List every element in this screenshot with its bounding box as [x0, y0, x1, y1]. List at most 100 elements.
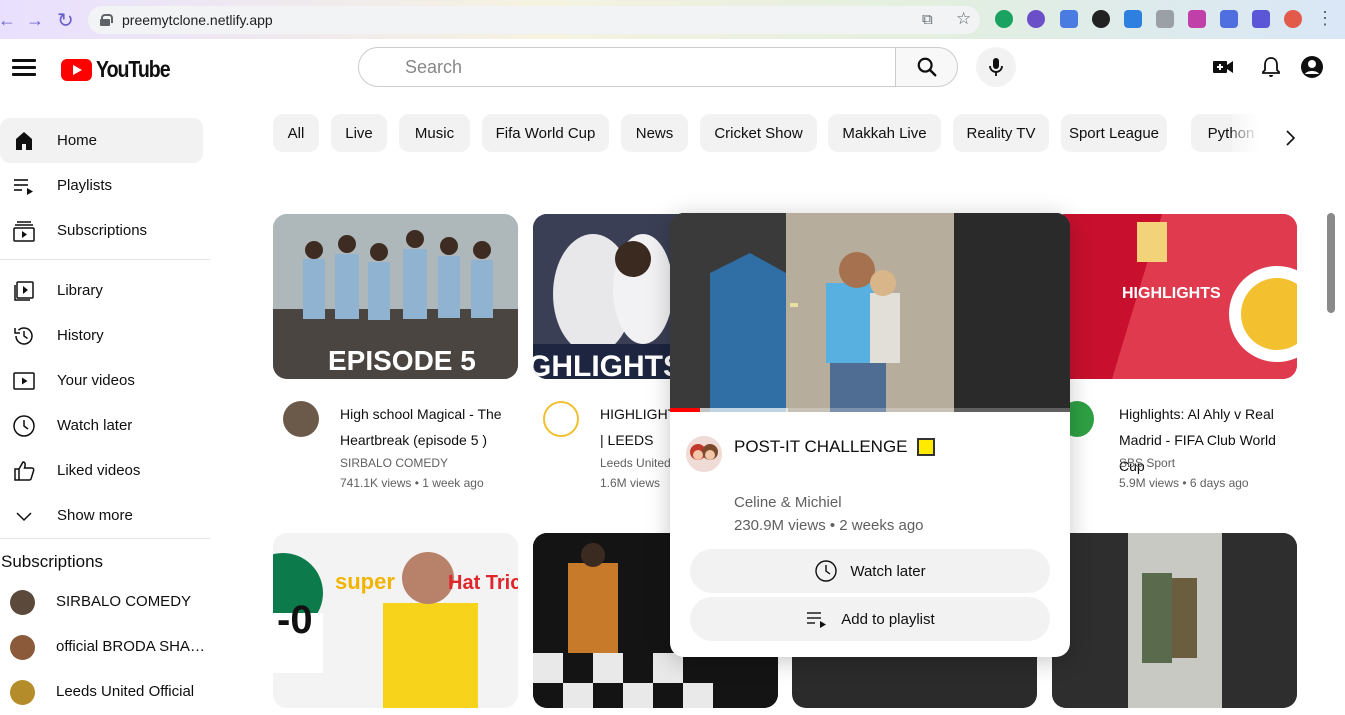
subscription-name: SIRBALO COMEDY — [56, 593, 192, 610]
clock-icon — [815, 560, 838, 582]
chevron-right-icon[interactable] — [1278, 126, 1302, 150]
forward-icon[interactable]: → — [26, 10, 44, 31]
sidebar-item-subscriptions[interactable]: Subscriptions — [0, 208, 203, 253]
extension-icon[interactable] — [1060, 10, 1078, 28]
chip-news[interactable]: News — [621, 114, 688, 152]
preview-channel-name[interactable]: Celine & Michiel — [734, 494, 842, 511]
extension-icon[interactable] — [1027, 10, 1045, 28]
chevron-down-icon — [16, 512, 32, 522]
channel-avatar — [10, 590, 35, 615]
sidebar-item-label: Playlists — [57, 177, 113, 194]
thumbnail-art: -0 super Hat Tric — [273, 533, 518, 708]
thumbnail-overlay-text: Hat Tric — [448, 572, 518, 594]
yellow-square-emoji — [916, 438, 935, 456]
sidebar-item-show-more[interactable]: Show more — [0, 493, 203, 538]
browser-toolbar: ← → ↻ preemytclone.netlify.app ⧉ ☆ ⋮ — [0, 0, 1345, 39]
sidebar-item-label: Library — [57, 282, 103, 299]
watch-later-label: Watch later — [850, 562, 926, 580]
channel-avatar — [10, 635, 35, 660]
chip-sport-league[interactable]: Sport League — [1061, 114, 1167, 152]
home-icon — [16, 132, 32, 150]
yt-header: YouTube — [0, 39, 1345, 95]
sidebar: Home Playlists Subscriptions Library His… — [0, 95, 210, 705]
video-title[interactable]: High school Magical - The Heartbreak (ep… — [340, 401, 525, 453]
profile-icon[interactable] — [1284, 10, 1302, 28]
video-title[interactable]: HIGHLIGHTS | LEEDS UNITED 2-2 — [600, 401, 672, 453]
back-icon[interactable]: ← — [0, 10, 16, 31]
thumbnail-overlay-text: GHLIGHTS — [533, 350, 683, 379]
create-video-icon[interactable] — [1211, 55, 1235, 79]
video-meta: 1.6M views — [600, 476, 661, 490]
chip-all[interactable]: All — [273, 114, 319, 152]
search-box — [358, 47, 896, 87]
video-thumbnail[interactable]: -0 super Hat Tric — [273, 533, 518, 708]
subscription-item[interactable]: official BRODA SHAGGI — [0, 625, 210, 670]
search-button[interactable] — [895, 47, 958, 87]
video-thumbnail[interactable] — [1052, 533, 1297, 708]
account-avatar-icon[interactable] — [1300, 55, 1324, 79]
voice-search-button[interactable] — [976, 47, 1016, 87]
sidebar-panel-icon[interactable] — [1252, 10, 1270, 28]
sidebar-item-home[interactable]: Home — [0, 118, 203, 163]
sidebar-item-history[interactable]: History — [0, 313, 203, 358]
menu-dots-icon[interactable]: ⋮ — [1316, 8, 1334, 29]
microphone-icon — [989, 58, 1003, 76]
channel-avatar[interactable] — [686, 436, 722, 472]
sidebar-item-label: Show more — [57, 507, 133, 524]
thumbnail-art: EPISODE 5 — [273, 214, 518, 379]
preview-video[interactable] — [670, 213, 1070, 412]
sidebar-item-liked-videos[interactable]: Liked videos — [0, 448, 203, 493]
extension-icon[interactable] — [1188, 10, 1206, 28]
preview-video-title[interactable]: POST-IT CHALLENGE — [734, 437, 935, 457]
extension-icon[interactable] — [1156, 10, 1174, 28]
preview-frame — [670, 213, 1070, 412]
page-scrollbar-thumb[interactable] — [1327, 213, 1335, 313]
video-meta: 5.9M views • 6 days ago — [1119, 476, 1249, 490]
chip-makkah-live[interactable]: Makkah Live — [828, 114, 941, 152]
chip-live[interactable]: Live — [331, 114, 387, 152]
hamburger-menu-icon[interactable] — [12, 59, 36, 76]
chip-fifa-world-cup[interactable]: Fifa World Cup — [482, 114, 609, 152]
watch-later-button[interactable]: Watch later — [690, 549, 1050, 593]
extension-icon[interactable] — [1124, 10, 1142, 28]
grammarly-extension-icon[interactable] — [995, 10, 1013, 28]
sidebar-item-your-videos[interactable]: Your videos — [0, 358, 203, 403]
channel-name[interactable]: SBS Sport — [1119, 456, 1175, 470]
reload-icon[interactable]: ↻ — [57, 8, 74, 33]
bookmark-star-icon[interactable]: ☆ — [956, 9, 971, 29]
subscription-item[interactable]: SIRBALO COMEDY — [0, 580, 210, 625]
channel-avatar[interactable] — [543, 401, 579, 437]
add-to-playlist-icon — [807, 612, 827, 628]
video-info: High school Magical - The Heartbreak (ep… — [283, 401, 523, 501]
subscription-name: official BRODA SHAGGI — [56, 638, 208, 655]
sidebar-item-watch-later[interactable]: Watch later — [0, 403, 203, 448]
thumbnail-overlay-text: super — [335, 569, 395, 594]
sidebar-item-playlists[interactable]: Playlists — [0, 163, 203, 208]
chip-cricket-show[interactable]: Cricket Show — [700, 114, 817, 152]
filter-chips: All Live Music Fifa World Cup News Crick… — [273, 114, 1273, 152]
share-icon[interactable]: ⧉ — [922, 11, 933, 28]
sidebar-item-library[interactable]: Library — [0, 268, 203, 313]
chips-fade — [1232, 114, 1272, 152]
chip-reality-tv[interactable]: Reality TV — [953, 114, 1049, 152]
channel-name[interactable]: Leeds United — [600, 456, 672, 470]
youtube-logo[interactable]: YouTube — [61, 56, 183, 83]
sidebar-item-label: History — [57, 327, 104, 344]
address-bar[interactable]: preemytclone.netlify.app ⧉ ☆ — [88, 6, 980, 34]
sidebar-item-label: Watch later — [57, 417, 133, 434]
thumbnail-overlay-text: HIGHLIGHTS — [1122, 285, 1221, 302]
url-text: preemytclone.netlify.app — [122, 12, 273, 28]
extensions-puzzle-icon[interactable] — [1220, 10, 1238, 28]
chip-music[interactable]: Music — [399, 114, 470, 152]
channel-name[interactable]: SIRBALO COMEDY — [340, 456, 448, 470]
extension-icon[interactable] — [1092, 10, 1110, 28]
subscription-item[interactable]: Leeds United Official — [0, 670, 210, 715]
add-to-playlist-button[interactable]: Add to playlist — [690, 597, 1050, 641]
subscriptions-icon — [13, 221, 35, 242]
channel-avatar[interactable] — [283, 401, 319, 437]
video-thumbnail[interactable]: HIGHLIGHTS — [1052, 214, 1297, 379]
search-input[interactable] — [405, 56, 805, 78]
video-thumbnail[interactable]: EPISODE 5 — [273, 214, 518, 379]
video-hover-preview-card[interactable]: POST-IT CHALLENGE Celine & Michiel 230.9… — [670, 213, 1070, 657]
notifications-bell-icon[interactable] — [1259, 55, 1283, 79]
